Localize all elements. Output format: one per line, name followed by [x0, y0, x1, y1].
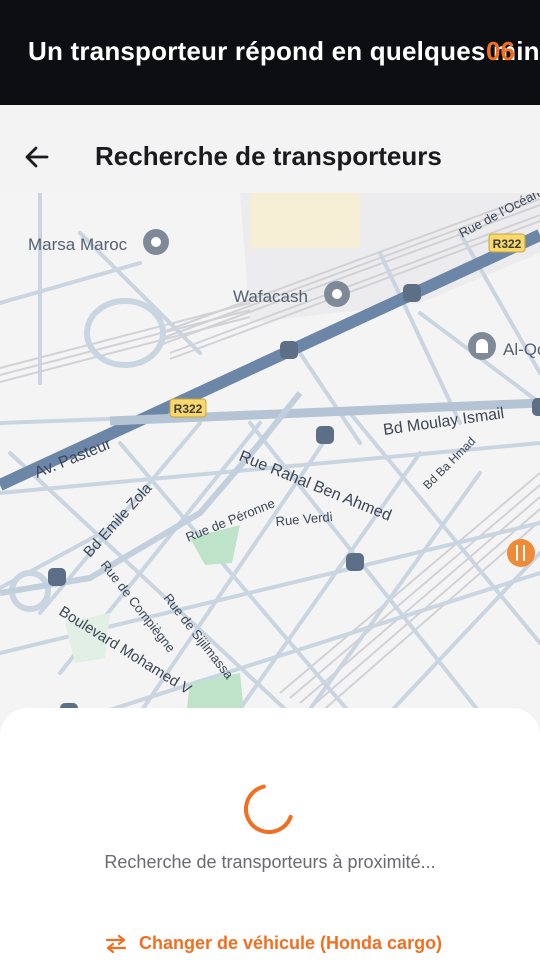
map-pin-icon[interactable] — [324, 281, 350, 307]
poi-label-marsa: Marsa Maroc — [28, 235, 128, 254]
change-vehicle-button[interactable]: Changer de véhicule (Honda cargo) — [105, 933, 442, 954]
road-badge-r322-mid: R322 — [169, 398, 207, 418]
swap-arrows-icon — [105, 934, 127, 953]
mosque-icon[interactable] — [468, 332, 496, 360]
arrow-left-icon[interactable] — [22, 142, 52, 172]
map-view[interactable]: R322 R322 Marsa Maroc Wafacash Al-Qods R… — [0, 193, 540, 723]
map-pin-icon[interactable] — [143, 229, 169, 255]
svg-text:R322: R322 — [493, 237, 522, 251]
promo-banner: Un transporteur répond en quelques minut… — [0, 0, 540, 105]
svg-text:R322: R322 — [174, 402, 203, 416]
change-vehicle-label: Changer de véhicule (Honda cargo) — [139, 933, 443, 953]
map-canvas: R322 R322 Marsa Maroc Wafacash Al-Qods R… — [0, 193, 540, 723]
restaurant-icon[interactable] — [507, 539, 535, 567]
banner-text: Un transporteur répond en quelques minut… — [28, 36, 540, 66]
search-status-text: Recherche de transporteurs à proximité..… — [104, 852, 436, 872]
page-title: Recherche de transporteurs — [95, 141, 442, 171]
bottom-sheet: Recherche de transporteurs à proximité..… — [0, 708, 540, 960]
poi-label-wafacash: Wafacash — [233, 287, 308, 306]
road-badge-r322-top: R322 — [488, 233, 526, 253]
app-bar: Recherche de transporteurs — [0, 105, 540, 193]
loading-spinner-icon — [244, 784, 294, 834]
banner-countdown: 06 — [486, 36, 515, 66]
poi-label-alq: Al-Qods — [503, 340, 540, 359]
